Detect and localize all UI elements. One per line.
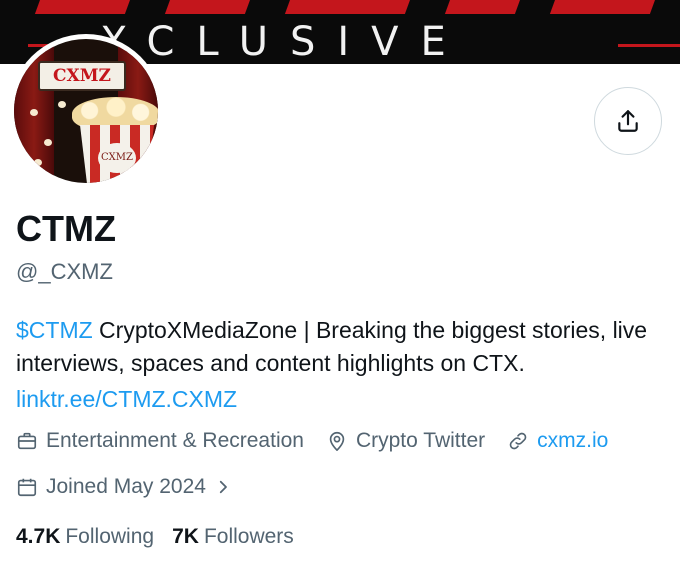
website-item[interactable]: cxmz.io xyxy=(507,426,608,456)
link-icon xyxy=(509,432,527,450)
following-count: 4.7K xyxy=(16,525,61,548)
banner-line xyxy=(618,44,680,47)
profile-bio: $CTMZ CryptoXMediaZone | Breaking the bi… xyxy=(16,314,666,380)
category-item: Entertainment & Recreation xyxy=(16,426,304,456)
banner-red-shape xyxy=(549,0,661,14)
banner-red-shape xyxy=(34,0,136,14)
following-label: Following xyxy=(65,525,155,548)
avatar[interactable]: CXMZ CXMZ xyxy=(9,34,163,188)
followers-label: Followers xyxy=(203,525,294,548)
followers-link[interactable]: 7K Followers xyxy=(172,522,294,552)
avatar-sign: CXMZ xyxy=(38,61,126,91)
banner-red-shape xyxy=(284,0,416,14)
avatar-image: CXMZ CXMZ xyxy=(14,39,158,183)
briefcase-icon xyxy=(17,432,37,450)
share-button[interactable] xyxy=(594,87,662,155)
bio-cashtag[interactable]: $CTMZ xyxy=(16,317,93,343)
share-icon xyxy=(618,110,638,132)
calendar-icon xyxy=(17,478,37,497)
user-handle: @_CXMZ xyxy=(16,259,113,284)
location-item: Crypto Twitter xyxy=(326,426,485,456)
avatar-bucket-label: CXMZ xyxy=(98,143,136,173)
avatar-kernel xyxy=(58,101,66,108)
category-label: Entertainment & Recreation xyxy=(46,429,304,452)
banner-title: XCLUSIVE xyxy=(100,19,468,64)
avatar-kernel xyxy=(34,159,42,166)
chevron-right-icon xyxy=(219,480,227,494)
avatar-kernel xyxy=(44,139,52,146)
bio-text: CryptoXMediaZone | Breaking the biggest … xyxy=(16,317,648,376)
profile-meta-row: Entertainment & Recreation Crypto Twitte… xyxy=(16,426,630,456)
display-name: CTMZ xyxy=(16,208,116,249)
following-link[interactable]: 4.7K Following xyxy=(16,522,154,552)
location-label: Crypto Twitter xyxy=(355,429,486,452)
bio-link[interactable]: linktr.ee/CTMZ.CXMZ xyxy=(16,384,237,414)
follow-stats: 4.7K Following 7K Followers xyxy=(16,522,312,552)
joined-date: Joined May 2024 xyxy=(46,475,206,498)
followers-count: 7K xyxy=(172,525,199,548)
location-pin-icon xyxy=(329,431,345,451)
joined-row[interactable]: Joined May 2024 xyxy=(16,472,232,502)
avatar-kernel xyxy=(30,109,38,116)
website-link[interactable]: cxmz.io xyxy=(537,426,608,456)
banner-red-shape xyxy=(164,0,256,14)
banner-red-shape xyxy=(444,0,526,14)
